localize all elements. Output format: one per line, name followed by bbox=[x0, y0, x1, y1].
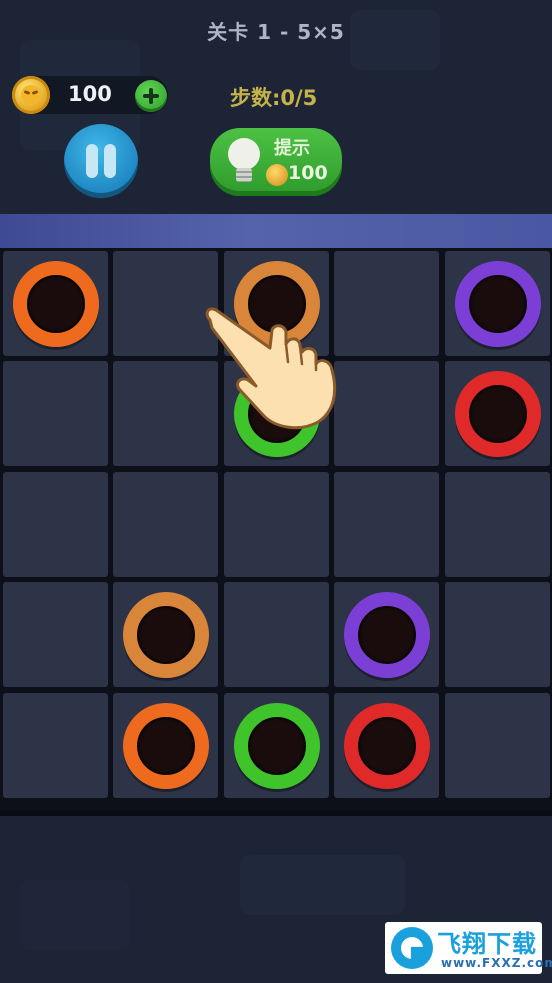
board-header-band bbox=[0, 214, 552, 248]
level-title: 关卡 1 - 5×5 bbox=[207, 20, 345, 44]
brand-logo bbox=[391, 927, 433, 969]
background-panel bbox=[240, 855, 405, 915]
board-cell[interactable] bbox=[113, 692, 219, 798]
red-dot[interactable] bbox=[454, 371, 541, 458]
coin-count: 100 bbox=[68, 82, 112, 106]
coin-icon bbox=[12, 76, 50, 114]
board-cell[interactable] bbox=[113, 471, 219, 577]
board-cell[interactable] bbox=[444, 251, 550, 356]
board-cell[interactable] bbox=[444, 361, 550, 467]
board-cell[interactable] bbox=[223, 582, 329, 688]
pause-icon bbox=[86, 144, 98, 178]
hint-label: 提示 bbox=[274, 138, 310, 159]
watermark-url: www.FXXZ.com bbox=[441, 956, 552, 970]
board-cell[interactable] bbox=[3, 582, 108, 688]
hint-cost: 100 bbox=[288, 162, 328, 184]
red-dot[interactable] bbox=[344, 702, 431, 789]
watermark-brand: 飞翔下载 bbox=[437, 930, 537, 958]
orange-dot[interactable] bbox=[123, 702, 210, 789]
site-watermark: 飞翔下载 www.FXXZ.com bbox=[385, 922, 552, 974]
orange-dot[interactable] bbox=[13, 261, 99, 347]
board-cell[interactable] bbox=[334, 582, 440, 688]
board-cell[interactable] bbox=[223, 692, 329, 798]
board-cell[interactable] bbox=[334, 471, 440, 577]
board-cell[interactable] bbox=[3, 251, 108, 356]
board-cell[interactable] bbox=[3, 361, 108, 467]
lightbulb-icon bbox=[228, 138, 260, 170]
step-counter: 步数:0/5 bbox=[230, 86, 318, 110]
purple-dot[interactable] bbox=[454, 261, 541, 347]
green-dot[interactable] bbox=[233, 702, 320, 789]
board-cell[interactable] bbox=[113, 582, 219, 688]
pointing-hand-icon bbox=[205, 307, 337, 430]
board-cell[interactable] bbox=[444, 471, 550, 577]
board-cell[interactable] bbox=[334, 692, 440, 798]
background-panel bbox=[20, 880, 130, 950]
coin-icon bbox=[266, 164, 288, 186]
board-cell[interactable] bbox=[444, 582, 550, 688]
hint-button[interactable]: 提示 100 bbox=[210, 128, 342, 196]
board-cell[interactable] bbox=[223, 471, 329, 577]
pause-button[interactable] bbox=[64, 124, 138, 198]
board-cell[interactable] bbox=[444, 692, 550, 798]
board-cell[interactable] bbox=[3, 471, 108, 577]
board-cell[interactable] bbox=[3, 692, 108, 798]
purple-dot[interactable] bbox=[344, 592, 431, 679]
add-coins-button[interactable] bbox=[135, 80, 167, 112]
brown-dot[interactable] bbox=[123, 592, 210, 679]
